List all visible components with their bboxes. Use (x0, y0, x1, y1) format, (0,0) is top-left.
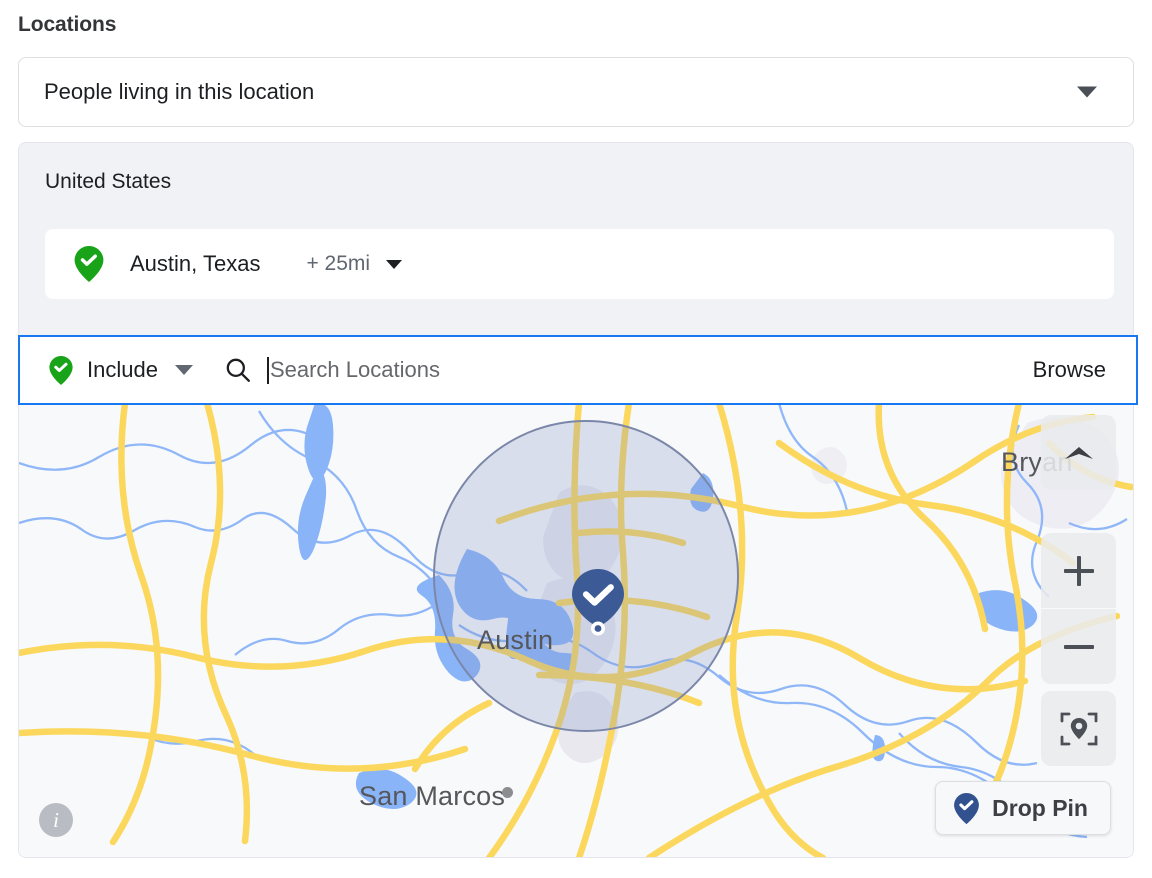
info-icon: i (53, 807, 59, 832)
plus-icon (1063, 555, 1094, 586)
map-collapse-button[interactable] (1041, 415, 1116, 490)
green-check-pin-icon (74, 246, 104, 282)
locate-pin-icon (1060, 712, 1097, 745)
search-icon (226, 358, 250, 382)
drop-pin-button[interactable]: Drop Pin (935, 781, 1111, 835)
search-placeholder: Search Locations (269, 357, 440, 382)
map-container[interactable]: Austin Bryan San Marcos Drop Pin i (18, 403, 1134, 858)
location-search-bar[interactable]: Include Search Locations Browse (18, 335, 1138, 405)
audience-type-value: People living in this location (44, 79, 315, 104)
place-dot-san-marcos (502, 787, 513, 798)
chevron-down-icon[interactable] (174, 365, 193, 375)
green-check-pin-icon (49, 355, 73, 385)
location-chip-radius[interactable]: + 25mi (306, 252, 370, 276)
include-mode-label[interactable]: Include (87, 357, 158, 383)
map-zoom-out-button[interactable] (1041, 609, 1116, 684)
location-chip-name: Austin, Texas (130, 251, 261, 276)
browse-button[interactable]: Browse (1033, 357, 1106, 383)
text-cursor (266, 356, 269, 384)
minus-icon (1063, 632, 1094, 662)
locations-targeting-panel: Locations People living in this location… (0, 0, 1152, 878)
map-zoom-in-button[interactable] (1041, 533, 1116, 608)
drop-pin-label: Drop Pin (992, 794, 1088, 821)
blue-check-pin-icon (954, 792, 980, 824)
chevron-up-icon (1064, 446, 1093, 459)
search-input[interactable]: Search Locations (266, 337, 1033, 403)
chevron-down-icon[interactable] (386, 259, 403, 269)
location-chip-austin[interactable]: Austin, Texas + 25mi (45, 229, 1114, 299)
map-locate-button[interactable] (1041, 691, 1116, 766)
location-group: United States Austin, Texas + 25mi (18, 142, 1134, 340)
country-label: United States (45, 170, 172, 193)
chevron-down-icon (1077, 86, 1097, 98)
audience-type-select[interactable]: People living in this location (18, 57, 1134, 127)
map-info-button[interactable]: i (39, 803, 73, 837)
page-title: Locations (18, 13, 117, 36)
radius-circle (433, 420, 739, 732)
